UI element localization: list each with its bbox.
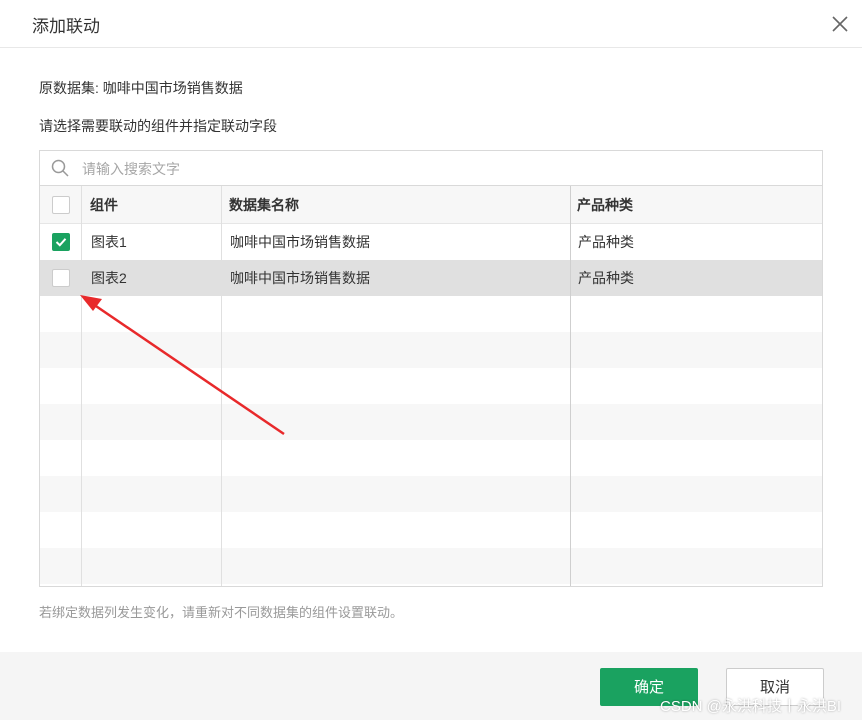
search-icon bbox=[50, 158, 70, 178]
hint-text: 若绑定数据列发生变化，请重新对不同数据集的组件设置联动。 bbox=[39, 605, 404, 620]
empty-row bbox=[40, 332, 822, 368]
cell-product-type[interactable]: 产品种类 bbox=[578, 260, 634, 296]
instruction-text: 请选择需要联动的组件并指定联动字段 bbox=[39, 118, 277, 134]
row-checkbox[interactable] bbox=[52, 269, 70, 287]
cell-component: 图表1 bbox=[91, 234, 127, 250]
empty-row bbox=[40, 476, 822, 512]
table-row[interactable]: 图表1 咖啡中国市场销售数据 产品种类 bbox=[40, 224, 822, 260]
column-divider bbox=[81, 186, 82, 586]
watermark: CSDN @永洪科技丨永洪BI bbox=[660, 698, 842, 715]
close-icon[interactable] bbox=[828, 12, 852, 36]
column-header-product-type[interactable]: 产品种类 bbox=[577, 186, 633, 224]
cell-dataset-name: 咖啡中国市场销售数据 bbox=[230, 270, 370, 286]
add-linkage-dialog: 添加联动 原数据集: 咖啡中国市场销售数据 请选择需要联动的组件并指定联动字段 … bbox=[0, 0, 862, 720]
component-table: 组件 数据集名称 产品种类 图表1 咖啡中国市场销售数据 产品种类 图表2 咖啡… bbox=[39, 150, 823, 587]
row-checkbox[interactable] bbox=[52, 233, 70, 251]
dialog-title: 添加联动 bbox=[32, 17, 100, 36]
empty-row bbox=[40, 404, 822, 440]
table-row[interactable]: 图表2 咖啡中国市场销售数据 产品种类 bbox=[40, 260, 822, 296]
cell-product-type[interactable]: 产品种类 bbox=[578, 224, 634, 260]
table-header: 组件 数据集名称 产品种类 bbox=[40, 186, 822, 224]
select-all-checkbox[interactable] bbox=[52, 196, 70, 214]
column-divider bbox=[570, 186, 571, 586]
cell-component: 图表2 bbox=[91, 270, 127, 286]
search-bar bbox=[40, 151, 822, 186]
dialog-header: 添加联动 bbox=[0, 0, 862, 48]
column-header-component[interactable]: 组件 bbox=[90, 186, 118, 224]
column-divider bbox=[221, 186, 222, 586]
cell-dataset-name: 咖啡中国市场销售数据 bbox=[230, 234, 370, 250]
column-header-dataset-name[interactable]: 数据集名称 bbox=[229, 186, 299, 224]
source-dataset-label: 原数据集: 咖啡中国市场销售数据 bbox=[39, 80, 243, 96]
search-input[interactable] bbox=[80, 155, 804, 183]
empty-row bbox=[40, 548, 822, 584]
